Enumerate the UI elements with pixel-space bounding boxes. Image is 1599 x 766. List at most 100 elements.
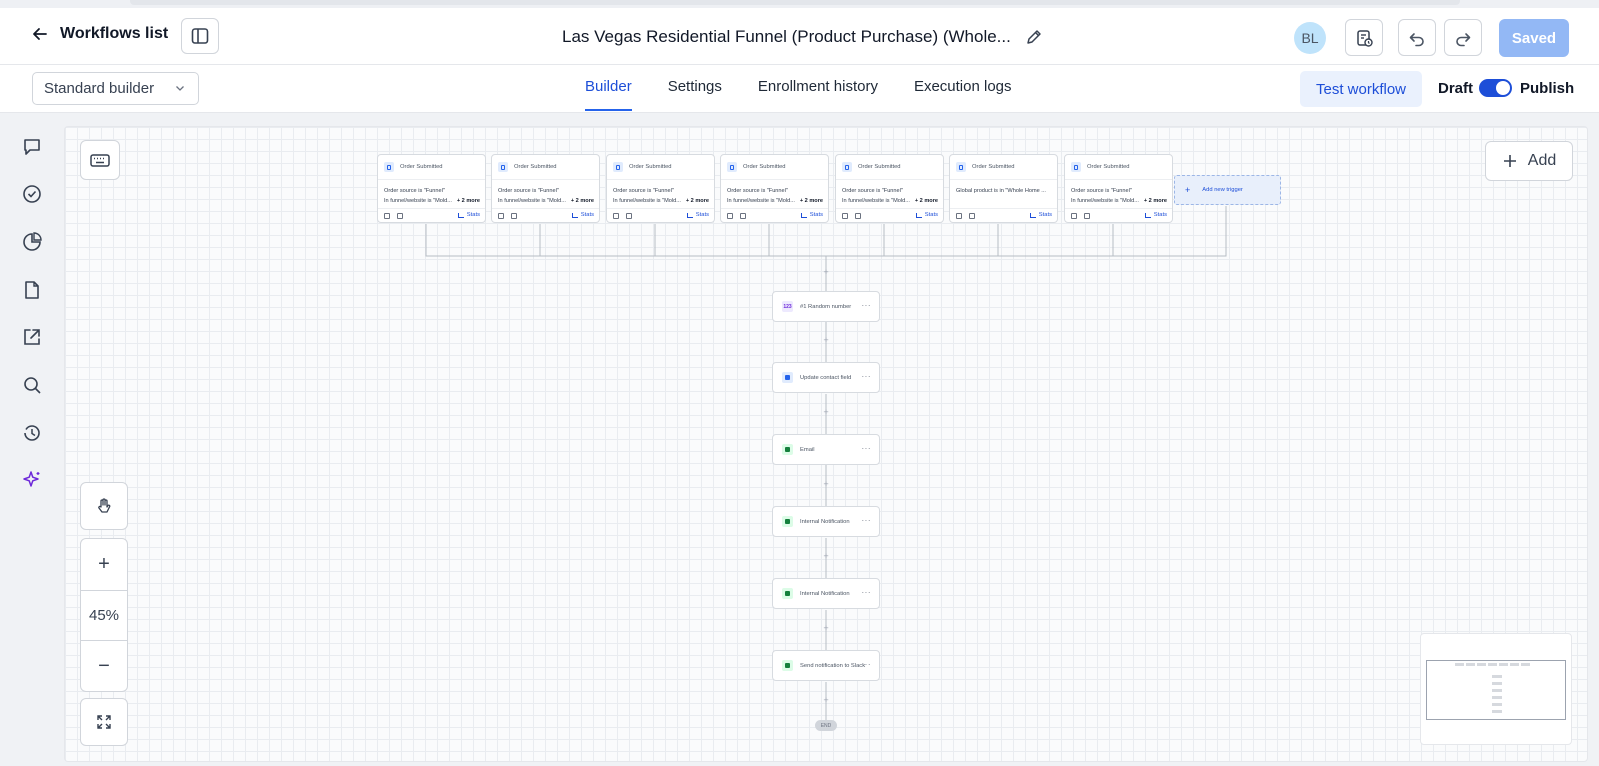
avatar[interactable]: BL bbox=[1294, 22, 1326, 54]
stats-link[interactable]: Stats bbox=[457, 212, 480, 218]
trash-icon[interactable] bbox=[855, 213, 861, 219]
user-icon bbox=[782, 372, 793, 383]
chart-icon bbox=[457, 212, 464, 218]
trigger-filter-line: In funnel/website is "Mold... bbox=[498, 198, 566, 204]
redo-button[interactable] bbox=[1444, 19, 1482, 56]
tab-settings[interactable]: Settings bbox=[668, 65, 722, 111]
trash-icon[interactable] bbox=[626, 213, 632, 219]
action-node[interactable]: Internal Notification ··· bbox=[772, 506, 880, 537]
external-link-icon[interactable] bbox=[20, 325, 44, 349]
chart-icon bbox=[1144, 212, 1151, 218]
plus-icon: + bbox=[1185, 185, 1191, 195]
action-label: #1 Random number bbox=[800, 303, 852, 310]
action-label: Send notification to Slack bbox=[800, 662, 866, 669]
saved-button[interactable]: Saved bbox=[1499, 19, 1569, 57]
trigger-more-filters[interactable]: + 2 more bbox=[1144, 198, 1167, 204]
test-workflow-button[interactable]: Test workflow bbox=[1300, 71, 1422, 107]
trigger-title: Order Submitted bbox=[858, 164, 901, 170]
action-node[interactable]: 123 #1 Random number ··· bbox=[772, 291, 880, 322]
more-options-icon[interactable]: ··· bbox=[862, 588, 872, 597]
trash-icon[interactable] bbox=[969, 213, 975, 219]
tab-builder[interactable]: Builder bbox=[585, 65, 632, 111]
toggle-panel-button[interactable] bbox=[181, 18, 219, 54]
search-icon[interactable] bbox=[20, 373, 44, 397]
trash-icon[interactable] bbox=[397, 213, 403, 219]
copy-icon[interactable] bbox=[727, 213, 733, 219]
trigger-more-filters[interactable]: + 2 more bbox=[686, 198, 709, 204]
version-history-button[interactable] bbox=[1345, 19, 1383, 56]
keyboard-shortcuts-button[interactable] bbox=[80, 140, 120, 180]
top-strip-bar bbox=[130, 0, 1460, 5]
workflow-title: Las Vegas Residential Funnel (Product Pu… bbox=[562, 27, 1043, 47]
copy-icon[interactable] bbox=[384, 213, 390, 219]
tab-execution-logs[interactable]: Execution logs bbox=[914, 65, 1012, 111]
history-icon[interactable] bbox=[20, 421, 44, 445]
stats-link[interactable]: Stats bbox=[686, 212, 709, 218]
trigger-more-filters[interactable]: + 2 more bbox=[457, 198, 480, 204]
sparkle-icon[interactable] bbox=[20, 468, 44, 492]
stats-link[interactable]: Stats bbox=[800, 212, 823, 218]
copy-icon[interactable] bbox=[613, 213, 619, 219]
builder-type-select[interactable]: Standard builder bbox=[32, 72, 199, 105]
document-icon[interactable] bbox=[20, 278, 44, 302]
trigger-more-filters[interactable]: + 2 more bbox=[915, 198, 938, 204]
trigger-card[interactable]: Order Submitted Order source is "Funnel" I… bbox=[606, 154, 715, 223]
trigger-card[interactable]: Order Submitted Global product is in "Who… bbox=[949, 154, 1058, 223]
stats-link[interactable]: Stats bbox=[571, 212, 594, 218]
action-node[interactable]: Update contact field ··· bbox=[772, 362, 880, 393]
action-node[interactable]: Internal Notification ··· bbox=[772, 578, 880, 609]
trigger-more-filters[interactable]: + 2 more bbox=[800, 198, 823, 204]
stats-label: Stats bbox=[466, 212, 480, 218]
check-circle-icon[interactable] bbox=[20, 182, 44, 206]
chat-icon[interactable] bbox=[20, 135, 44, 159]
trigger-more-filters[interactable]: + 2 more bbox=[571, 198, 594, 204]
trigger-card[interactable]: Order Submitted Order source is "Funnel" I… bbox=[491, 154, 600, 223]
more-options-icon[interactable]: ··· bbox=[862, 516, 872, 525]
trigger-filter-line: Order source is "Funnel" bbox=[384, 188, 445, 194]
tab-enrollment-history[interactable]: Enrollment history bbox=[758, 65, 878, 111]
add-trigger-label: Add new trigger bbox=[1202, 187, 1243, 193]
publish-label: Publish bbox=[1520, 80, 1575, 97]
fit-view-button[interactable] bbox=[80, 698, 128, 746]
more-options-icon[interactable]: ··· bbox=[862, 301, 872, 310]
add-button[interactable]: Add bbox=[1485, 141, 1573, 181]
stats-link[interactable]: Stats bbox=[1144, 212, 1167, 218]
stats-link[interactable]: Stats bbox=[1029, 212, 1052, 218]
copy-icon[interactable] bbox=[1071, 213, 1077, 219]
trash-icon[interactable] bbox=[511, 213, 517, 219]
more-options-icon[interactable]: ··· bbox=[862, 660, 872, 669]
trash-icon[interactable] bbox=[740, 213, 746, 219]
pencil-icon[interactable] bbox=[1025, 28, 1043, 46]
zoom-out-button[interactable]: − bbox=[81, 641, 127, 692]
number-icon: 123 bbox=[782, 301, 793, 312]
trigger-card[interactable]: Order Submitted Order source is "Funnel" I… bbox=[1064, 154, 1173, 223]
pie-chart-icon[interactable] bbox=[20, 230, 44, 254]
undo-button[interactable] bbox=[1398, 19, 1436, 56]
stats-label: Stats bbox=[695, 212, 709, 218]
trash-icon[interactable] bbox=[1084, 213, 1090, 219]
undo-icon bbox=[1409, 32, 1424, 46]
copy-icon[interactable] bbox=[842, 213, 848, 219]
action-node[interactable]: Send notification to Slack ··· bbox=[772, 650, 880, 681]
workflow-title-text: Las Vegas Residential Funnel (Product Pu… bbox=[562, 27, 1011, 46]
add-new-trigger-button[interactable]: + Add new trigger bbox=[1174, 175, 1281, 205]
back-to-workflows-button[interactable]: Workflows list bbox=[30, 24, 168, 44]
more-options-icon[interactable]: ··· bbox=[862, 444, 872, 453]
stats-link[interactable]: Stats bbox=[915, 212, 938, 218]
minimap[interactable] bbox=[1420, 633, 1572, 745]
trigger-card[interactable]: Order Submitted Order source is "Funnel" I… bbox=[835, 154, 944, 223]
more-options-icon[interactable]: ··· bbox=[862, 372, 872, 381]
trigger-title: Order Submitted bbox=[1087, 164, 1130, 170]
publish-toggle[interactable] bbox=[1479, 79, 1512, 97]
chart-icon bbox=[686, 212, 693, 218]
action-node[interactable]: Email ··· bbox=[772, 434, 880, 465]
draft-label: Draft bbox=[1438, 80, 1474, 97]
copy-icon[interactable] bbox=[956, 213, 962, 219]
trigger-card[interactable]: Order Submitted Order source is "Funnel" I… bbox=[377, 154, 486, 223]
action-label: Update contact field bbox=[800, 374, 852, 381]
copy-icon[interactable] bbox=[498, 213, 504, 219]
trigger-card[interactable]: Order Submitted Order source is "Funnel" I… bbox=[720, 154, 829, 223]
zoom-in-button[interactable]: + bbox=[81, 539, 127, 590]
pan-hand-button[interactable] bbox=[80, 482, 128, 530]
trigger-filter-line: Order source is "Funnel" bbox=[613, 188, 674, 194]
